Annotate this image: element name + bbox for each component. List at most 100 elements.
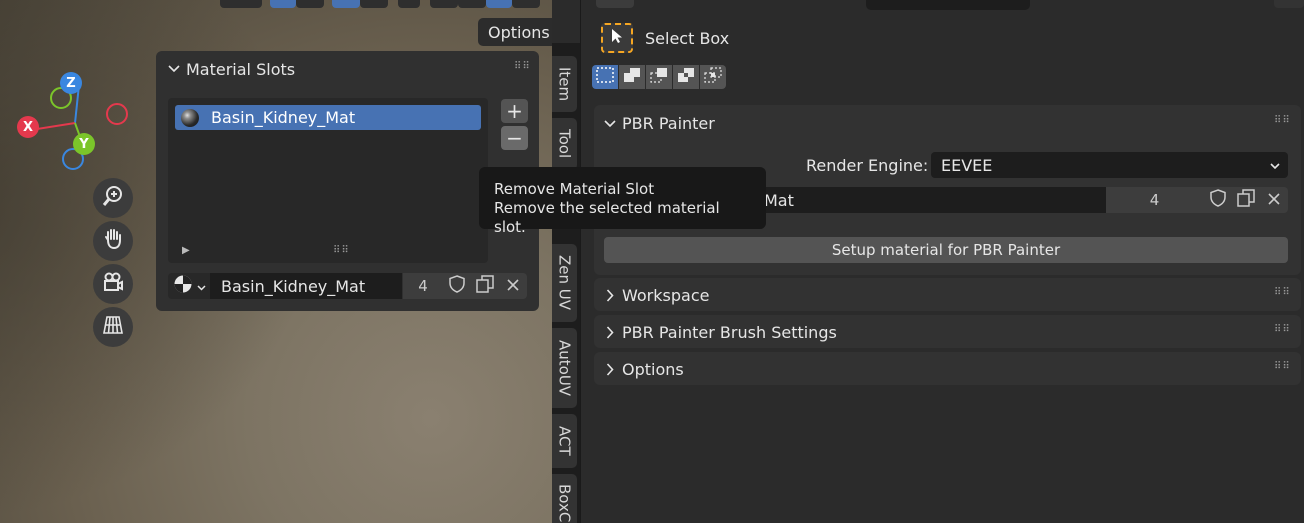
hand-icon xyxy=(101,227,125,255)
tab-tool-label: Tool xyxy=(555,129,574,159)
shading-solid-button[interactable] xyxy=(430,0,458,8)
duplicate-material-button[interactable] xyxy=(471,273,499,299)
pbr-unlink-material-button[interactable] xyxy=(1260,187,1288,213)
shading-wire-button[interactable] xyxy=(512,0,540,8)
brush-settings-panel-title: PBR Painter Brush Settings xyxy=(622,323,837,342)
tab-autouv[interactable]: AutoUV xyxy=(552,328,577,408)
unlink-material-button[interactable] xyxy=(499,273,527,299)
chevron-down-icon xyxy=(196,277,206,295)
select-subtract-icon xyxy=(650,67,668,87)
workspace-panel-title: Workspace xyxy=(622,286,710,305)
drag-handle-icon[interactable]: ⠿⠿ xyxy=(1274,115,1291,126)
select-extend-button[interactable] xyxy=(619,65,645,89)
remove-material-slot-button[interactable]: − xyxy=(501,126,528,150)
select-difference-button[interactable] xyxy=(673,65,699,89)
close-icon xyxy=(507,277,519,295)
tab-tool[interactable]: Tool xyxy=(552,118,577,170)
options-dropdown[interactable]: Options xyxy=(478,18,552,46)
header-button[interactable] xyxy=(270,0,296,8)
chevron-down-icon[interactable] xyxy=(603,117,617,135)
tooltip-description: Remove the selected material slot. xyxy=(494,199,720,236)
select-subtract-button[interactable] xyxy=(646,65,672,89)
chevron-right-icon xyxy=(606,288,614,306)
select-intersect-icon xyxy=(704,67,722,87)
pbr-material-users-text: 4 xyxy=(1149,191,1160,209)
pbr-material-users-count[interactable]: 4 xyxy=(1106,187,1203,213)
material-slot-name: Basin_Kidney_Mat xyxy=(211,108,356,127)
drag-handle-icon[interactable]: ⠿⠿ xyxy=(1274,324,1291,335)
plus-icon: + xyxy=(506,99,523,123)
header-button[interactable] xyxy=(220,0,262,8)
duplicate-icon xyxy=(1237,189,1255,211)
setup-material-button[interactable]: Setup material for PBR Painter xyxy=(604,237,1288,263)
pbr-fake-user-button[interactable] xyxy=(1203,187,1232,213)
select-intersect-button[interactable] xyxy=(700,65,726,89)
tooltip-title: Remove Material Slot xyxy=(494,180,655,198)
active-tool-icon[interactable] xyxy=(601,23,633,53)
chevron-right-icon xyxy=(606,325,614,343)
tab-item-label: Item xyxy=(555,66,574,102)
header-button[interactable] xyxy=(296,0,324,8)
close-icon xyxy=(1268,191,1280,209)
tab-boxc-label: BoxC xyxy=(555,484,574,523)
active-tool-name: Select Box xyxy=(645,29,730,48)
camera-view-button[interactable] xyxy=(93,264,133,304)
material-slots-title[interactable]: Material Slots xyxy=(186,60,295,79)
header-button[interactable] xyxy=(1274,0,1304,8)
add-material-slot-button[interactable]: + xyxy=(501,99,528,123)
viewport-header xyxy=(0,0,552,10)
pan-button[interactable] xyxy=(93,221,133,261)
material-users-count-text: 4 xyxy=(418,277,428,295)
perspective-toggle-button[interactable] xyxy=(93,307,133,347)
zoom-button[interactable] xyxy=(93,178,133,218)
render-engine-select[interactable]: EEVEE xyxy=(931,152,1288,178)
navigation-gizmo[interactable]: Z X Y xyxy=(0,60,160,180)
expand-list-icon[interactable]: ▶ xyxy=(182,245,190,256)
shading-material-button[interactable] xyxy=(458,0,486,8)
select-new-button[interactable] xyxy=(592,65,618,89)
material-users-count[interactable]: 4 xyxy=(403,273,443,299)
options-panel-title: Options xyxy=(622,360,684,379)
chevron-down-icon xyxy=(1270,156,1280,174)
selection-mode-group xyxy=(592,65,726,89)
list-resize-handle-icon[interactable]: ⠿⠿ xyxy=(333,245,350,256)
render-engine-label: Render Engine: xyxy=(806,156,929,175)
browse-material-button[interactable] xyxy=(168,273,210,299)
header-button[interactable] xyxy=(398,0,420,8)
chevron-right-icon xyxy=(606,362,614,380)
z-axis-line xyxy=(74,89,80,124)
tab-boxc[interactable]: BoxC xyxy=(552,474,577,523)
select-new-icon xyxy=(596,67,614,87)
tab-act[interactable]: ACT xyxy=(552,414,577,468)
z-axis-ball[interactable]: Z xyxy=(60,72,82,94)
header-button[interactable] xyxy=(360,0,388,8)
material-preview-icon xyxy=(173,274,193,298)
y-axis-ball[interactable]: Y xyxy=(73,133,95,155)
drag-handle-icon[interactable]: ⠿⠿ xyxy=(1274,287,1291,298)
header-button[interactable] xyxy=(332,0,360,8)
material-name-text: Basin_Kidney_Mat xyxy=(221,276,366,296)
drag-handle-icon[interactable]: ⠿⠿ xyxy=(514,61,531,72)
neg-x-axis-ball[interactable] xyxy=(106,103,128,125)
tab-autouv-label: AutoUV xyxy=(555,339,574,397)
shield-icon xyxy=(449,275,465,297)
setup-material-label: Setup material for PBR Painter xyxy=(831,241,1061,259)
render-engine-value: EEVEE xyxy=(941,155,993,175)
tooltip: Remove Material Slot Remove the selected… xyxy=(479,167,766,236)
material-name-field[interactable]: Basin_Kidney_Mat xyxy=(210,273,402,299)
pbr-duplicate-material-button[interactable] xyxy=(1232,187,1260,213)
select-extend-icon xyxy=(623,67,641,87)
material-slot-item[interactable]: Basin_Kidney_Mat xyxy=(175,105,481,130)
editor-type-button[interactable] xyxy=(596,0,634,8)
pbr-painter-title[interactable]: PBR Painter xyxy=(622,114,715,133)
tab-zen-uv[interactable]: Zen UV xyxy=(552,244,577,322)
chevron-down-icon[interactable] xyxy=(167,62,181,80)
options-panel[interactable] xyxy=(594,352,1301,385)
tab-item[interactable]: Item xyxy=(552,56,577,112)
shading-rendered-button[interactable] xyxy=(486,0,512,8)
fake-user-button[interactable] xyxy=(443,273,471,299)
x-axis-ball[interactable]: X xyxy=(17,116,39,138)
search-input[interactable] xyxy=(866,0,1030,10)
drag-handle-icon[interactable]: ⠿⠿ xyxy=(1274,361,1291,372)
tab-zen-uv-label: Zen UV xyxy=(555,255,574,311)
